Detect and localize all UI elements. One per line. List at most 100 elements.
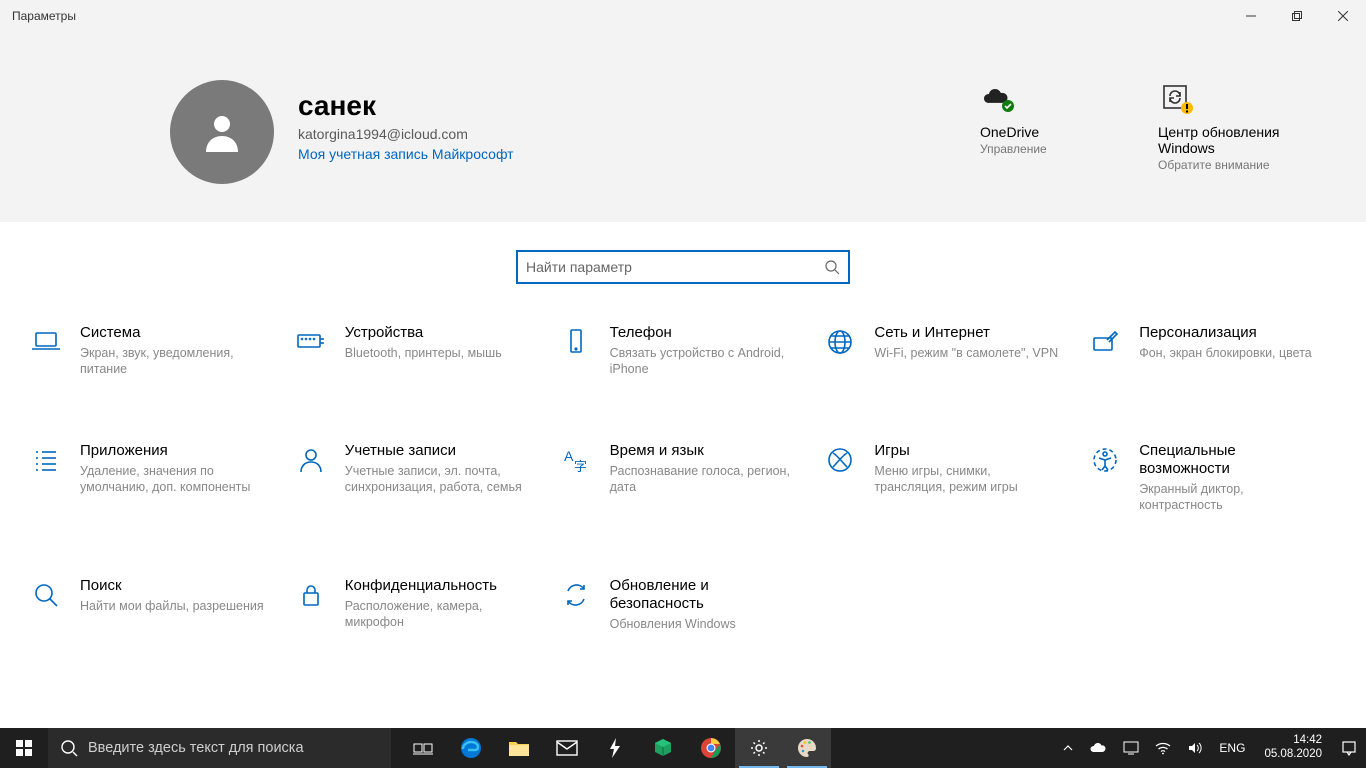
category-desc: Расположение, камера, микрофон (345, 598, 535, 631)
paint-app[interactable] (783, 728, 831, 768)
category-desc: Экран, звук, уведомления, питание (80, 345, 270, 378)
explorer-app[interactable] (495, 728, 543, 768)
accessibility-icon (1089, 444, 1121, 476)
tray-clock[interactable]: 14:42 05.08.2020 (1256, 734, 1330, 762)
chrome-icon (700, 737, 722, 759)
category-title: Обновление и безопасность (610, 577, 800, 613)
phone-icon (560, 326, 592, 358)
search-input[interactable] (526, 259, 818, 275)
category-title: Конфиденциальность (345, 577, 535, 595)
category-desc: Экранный диктор, контрастность (1139, 481, 1329, 514)
tray-volume[interactable] (1182, 728, 1208, 768)
settings-app[interactable] (735, 728, 783, 768)
minimize-button[interactable] (1228, 0, 1274, 32)
category-accessibility[interactable]: Специальные возможностиЭкранный диктор, … (1089, 438, 1336, 514)
start-button[interactable] (0, 728, 48, 768)
profile-name: санек (298, 90, 514, 122)
chevron-up-icon (1063, 743, 1073, 753)
folder-icon (508, 739, 530, 757)
action-center[interactable] (1336, 728, 1362, 768)
category-desc: Связать устройство с Android, iPhone (610, 345, 800, 378)
svg-text:字: 字 (574, 459, 587, 474)
avatar[interactable] (170, 80, 274, 184)
category-title: Персонализация (1139, 324, 1312, 342)
maximize-button[interactable] (1274, 0, 1320, 32)
header-tiles: OneDrive Управление Центр обновления Win… (980, 80, 1288, 222)
profile-info: санек katorgina1994@icloud.com Моя учетн… (298, 80, 514, 222)
tray-time: 14:42 (1293, 734, 1322, 748)
lock-icon (295, 579, 327, 611)
category-title: Сеть и Интернет (874, 324, 1058, 342)
window-title: Параметры (12, 9, 1228, 23)
sync-icon (1158, 80, 1194, 120)
display-icon (1123, 741, 1139, 755)
volume-icon (1187, 741, 1203, 755)
tray-onedrive[interactable] (1084, 728, 1112, 768)
category-update-security[interactable]: Обновление и безопасность Обновления Wind… (560, 573, 807, 632)
brush-icon (1089, 326, 1121, 358)
taskbar-search-placeholder: Введите здесь текст для поиска (88, 740, 304, 756)
cube-app[interactable] (639, 728, 687, 768)
category-desc: Удаление, значения по умолчанию, доп. ко… (80, 463, 270, 496)
category-apps[interactable]: ПриложенияУдаление, значения по умолчани… (30, 438, 277, 514)
lightning-app[interactable] (591, 728, 639, 768)
person-icon (295, 444, 327, 476)
category-title: Система (80, 324, 270, 342)
category-time-language[interactable]: A字 Время и языкРаспознавание голоса, рег… (560, 438, 807, 514)
category-desc: Обновления Windows (610, 616, 800, 632)
system-tray: ENG 14:42 05.08.2020 (1058, 728, 1366, 768)
category-privacy[interactable]: Конфиденциальность Расположение, камера, … (295, 573, 542, 632)
category-search[interactable]: Поиск Найти мои файлы, разрешения (30, 573, 277, 632)
language-icon: A字 (560, 444, 592, 476)
search-box[interactable] (516, 250, 850, 284)
category-desc: Wi-Fi, режим "в самолете", VPN (874, 345, 1058, 361)
taskbar-apps (391, 728, 831, 768)
edge-icon (459, 736, 483, 760)
tray-nvidia[interactable] (1118, 728, 1144, 768)
onedrive-title: OneDrive (980, 124, 1039, 140)
category-devices[interactable]: УстройстваBluetooth, принтеры, мышь (295, 320, 542, 378)
tray-language[interactable]: ENG (1214, 728, 1250, 768)
chrome-app[interactable] (687, 728, 735, 768)
category-desc: Учетные записи, эл. почта, синхронизация… (345, 463, 535, 496)
onedrive-sub: Управление (980, 142, 1047, 156)
title-bar: Параметры (0, 0, 1366, 32)
category-desc: Распознавание голоса, регион, дата (610, 463, 800, 496)
window-controls (1228, 0, 1366, 32)
wifi-icon (1155, 741, 1171, 755)
category-accounts[interactable]: Учетные записиУчетные записи, эл. почта,… (295, 438, 542, 514)
tray-wifi[interactable] (1150, 728, 1176, 768)
svg-text:A: A (564, 448, 574, 464)
mail-icon (556, 740, 578, 756)
category-title: Игры (874, 442, 1064, 460)
profile-email: katorgina1994@icloud.com (298, 126, 514, 142)
category-desc: Фон, экран блокировки, цвета (1139, 345, 1312, 361)
windows-update-tile[interactable]: Центр обновления Windows Обратите вниман… (1158, 80, 1288, 222)
magnifier-icon (30, 579, 62, 611)
mail-app[interactable] (543, 728, 591, 768)
categories-grid: Система Экран, звук, уведомления, питание… (0, 320, 1366, 632)
category-system[interactable]: Система Экран, звук, уведомления, питание (30, 320, 277, 378)
onedrive-tile[interactable]: OneDrive Управление (980, 80, 1110, 222)
category-phone[interactable]: Телефон Связать устройство с Android, iPh… (560, 320, 807, 378)
taskbar-search[interactable]: Введите здесь текст для поиска (48, 728, 391, 768)
search-icon (818, 259, 840, 275)
category-desc: Найти мои файлы, разрешения (80, 598, 264, 614)
task-view-button[interactable] (399, 728, 447, 768)
windows-icon (16, 740, 32, 756)
microsoft-account-link[interactable]: Моя учетная запись Майкрософт (298, 146, 514, 162)
search-icon (60, 739, 78, 757)
category-personalization[interactable]: Персонализация Фон, экран блокировки, цве… (1089, 320, 1336, 378)
tray-chevron[interactable] (1058, 728, 1078, 768)
edge-app[interactable] (447, 728, 495, 768)
category-title: Специальные возможности (1139, 442, 1329, 478)
category-gaming[interactable]: Игры Меню игры, снимки, трансляция, режим… (824, 438, 1071, 514)
taskbar: Введите здесь текст для поиска ENG 14:42… (0, 728, 1366, 768)
category-title: Поиск (80, 577, 264, 595)
search-area (0, 222, 1366, 320)
list-icon (30, 444, 62, 476)
category-desc: Меню игры, снимки, трансляция, режим игр… (874, 463, 1064, 496)
close-button[interactable] (1320, 0, 1366, 32)
category-title: Телефон (610, 324, 800, 342)
category-network[interactable]: Сеть и Интернет Wi-Fi, режим "в самолете"… (824, 320, 1071, 378)
